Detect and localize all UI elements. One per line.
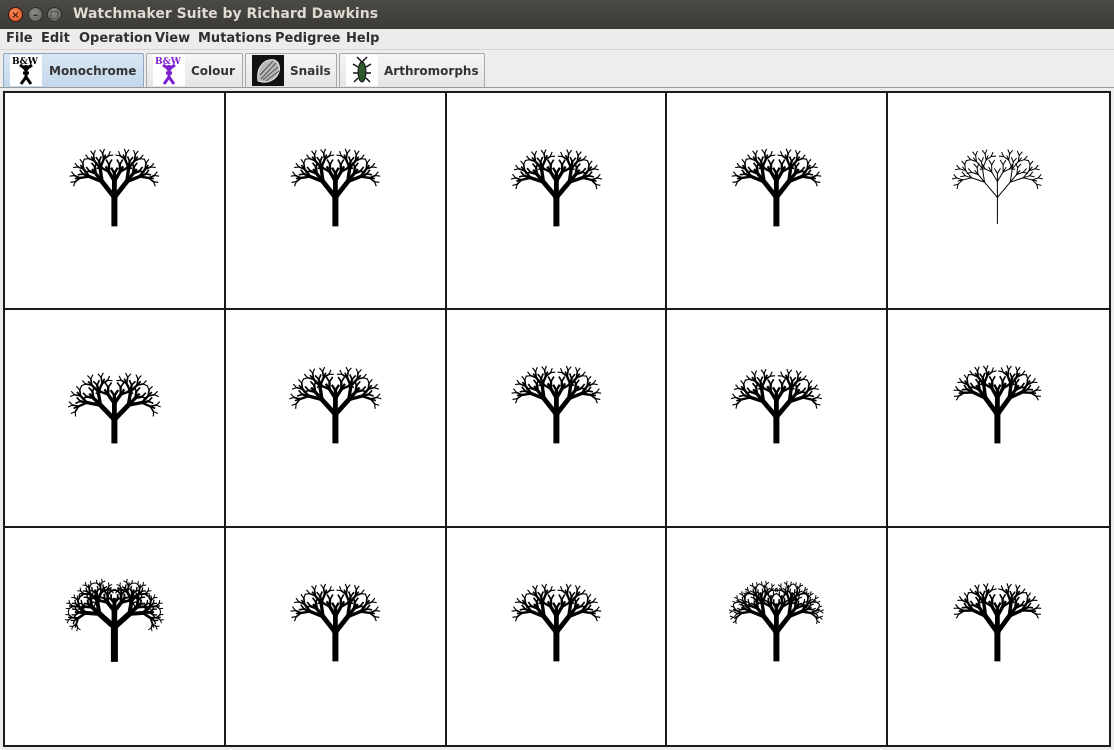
tab-monochrome[interactable]: B&W Monochrome [3,53,144,87]
biomorph-cell[interactable] [5,310,226,528]
close-icon: × [11,10,20,21]
biomorph-icon [731,369,823,444]
biomorph-cell[interactable] [446,93,668,311]
title-bar[interactable]: × – □ Watchmaker Suite by Richard Dawkin… [0,0,1114,29]
menu-view[interactable]: View [155,31,190,46]
biomorph-icon [288,367,382,444]
tab-label: Colour [191,64,235,78]
maximize-icon: □ [49,10,60,21]
tab-snails[interactable]: Snails [245,53,337,87]
biomorph-icon [511,365,601,444]
biomorph-cell[interactable] [667,527,889,745]
biomorph-icon [290,583,381,662]
tab-label: Arthromorphs [384,64,479,78]
biomorph-icon [953,365,1042,444]
biomorph-cell[interactable] [446,310,668,528]
biomorph-grid [3,91,1111,747]
menu-bar: File Edit Operation View Mutations Pedig… [0,29,1114,50]
biomorph-cell[interactable] [667,310,889,528]
menu-mutations[interactable]: Mutations [198,31,272,46]
biomorph-bw-icon: B&W [10,55,42,86]
biomorph-icon [64,578,164,662]
tab-colour[interactable]: B&W Colour [146,53,243,87]
biomorph-cell[interactable] [888,310,1109,528]
biomorph-icon [953,582,1042,662]
menu-help[interactable]: Help [346,31,379,46]
app-window: × – □ Watchmaker Suite by Richard Dawkin… [0,0,1114,750]
biomorph-icon [952,149,1044,224]
snail-shell-icon [252,55,284,86]
biomorph-icon [67,372,161,444]
minimize-window-button[interactable]: – [28,7,43,22]
close-window-button[interactable]: × [8,7,23,22]
biomorph-cell[interactable] [225,93,447,311]
biomorph-cell[interactable] [225,527,447,745]
biomorph-icon [290,148,381,227]
menu-edit[interactable]: Edit [41,31,70,46]
biomorph-cell[interactable] [667,93,889,311]
biomorph-icon [69,148,160,227]
tab-arthromorphs[interactable]: Arthromorphs [339,53,485,87]
biomorph-icon [729,580,825,662]
biomorph-cell[interactable] [446,527,668,745]
minimize-icon: – [33,10,38,21]
arthromorph-icon [346,55,378,86]
menu-pedigree[interactable]: Pedigree [275,31,340,46]
biomorph-colour-icon: B&W [153,55,185,86]
biomorph-cell[interactable] [888,527,1109,745]
tab-strip: B&W Monochrome B&W Colour Snails Arthrom… [0,50,1114,88]
maximize-window-button[interactable]: □ [47,7,62,22]
biomorph-cell[interactable] [225,310,447,528]
biomorph-icon [511,583,601,662]
tab-label: Snails [290,64,331,78]
biomorph-cell[interactable] [5,93,226,311]
biomorph-cell[interactable] [888,93,1109,311]
window-title: Watchmaker Suite by Richard Dawkins [73,6,379,22]
tab-label: Monochrome [49,64,137,78]
biomorph-cell[interactable] [5,527,226,745]
biomorph-icon [731,148,822,227]
biomorph-icon [510,149,602,227]
menu-file[interactable]: File [6,31,33,46]
menu-operation[interactable]: Operation [79,31,152,46]
